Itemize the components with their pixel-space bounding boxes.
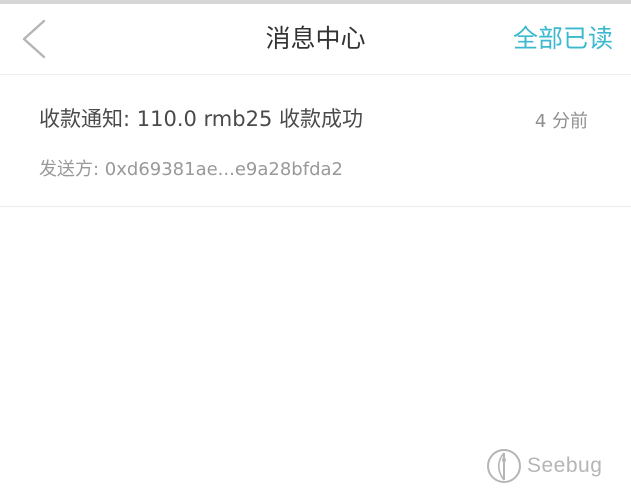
seebug-logo-icon	[487, 449, 521, 483]
back-button[interactable]	[14, 16, 58, 62]
message-time: 4 分前	[534, 111, 588, 132]
list-item[interactable]: 收款通知: 110.0 rmb25 收款成功 4 分前 发送方: 0xd6938…	[0, 75, 631, 207]
watermark: Seebug	[485, 446, 602, 486]
mark-all-read-button[interactable]: 全部已读	[513, 4, 613, 74]
watermark-text: Seebug	[527, 454, 603, 477]
navigation-bar: 消息中心 全部已读	[0, 4, 631, 75]
message-sender: 发送方: 0xd69381ae...e9a28bfda2	[39, 159, 343, 180]
message-title: 收款通知: 110.0 rmb25 收款成功	[39, 107, 363, 131]
message-center-screen: 消息中心 全部已读 收款通知: 110.0 rmb25 收款成功 4 分前 发送…	[0, 0, 631, 493]
chevron-left-icon	[22, 19, 46, 59]
